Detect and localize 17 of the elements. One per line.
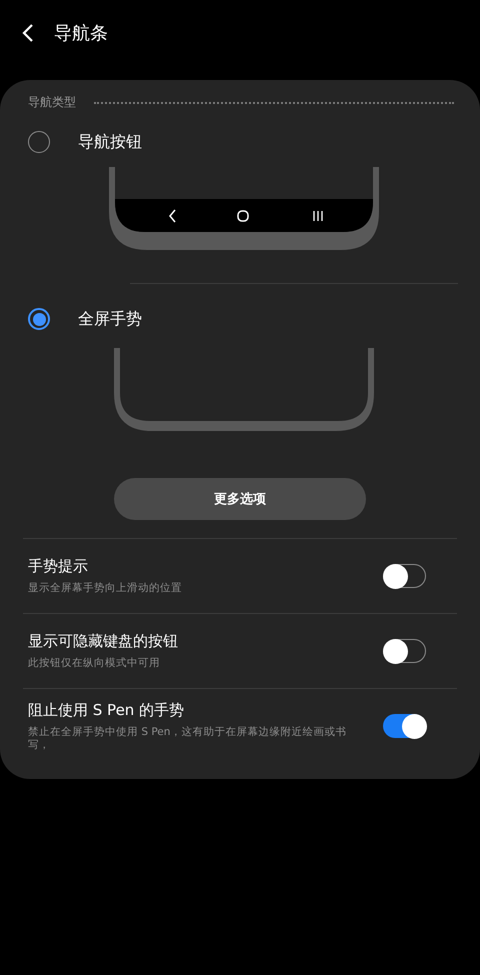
option-label: 导航按钮 xyxy=(78,132,142,152)
setting-description: 此按钮仅在纵向模式中可用 xyxy=(28,657,161,670)
radio-button[interactable] xyxy=(28,131,50,153)
setting-title: 显示可隐藏键盘的按钮 xyxy=(28,632,179,652)
more-options-button[interactable]: 更多选项 xyxy=(114,478,366,520)
radio-button[interactable] xyxy=(28,308,50,330)
page-title: 导航条 xyxy=(54,22,108,45)
setting-description: 禁止在全屏手势中使用 S Pen，这有助于在屏幕边缘附近绘画或书写， xyxy=(28,726,348,752)
toggle-switch[interactable] xyxy=(383,639,426,663)
back-icon[interactable] xyxy=(22,23,34,43)
setting-title: 手势提示 xyxy=(28,557,89,576)
option-label: 全屏手势 xyxy=(78,308,142,330)
section-title: 导航类型 xyxy=(28,94,76,111)
setting-title: 阻止使用 S Pen 的手势 xyxy=(28,700,186,720)
toggle-switch[interactable] xyxy=(383,714,426,738)
toggle-switch[interactable] xyxy=(383,564,426,588)
setting-description: 显示全屏幕手势向上滑动的位置 xyxy=(28,582,183,595)
